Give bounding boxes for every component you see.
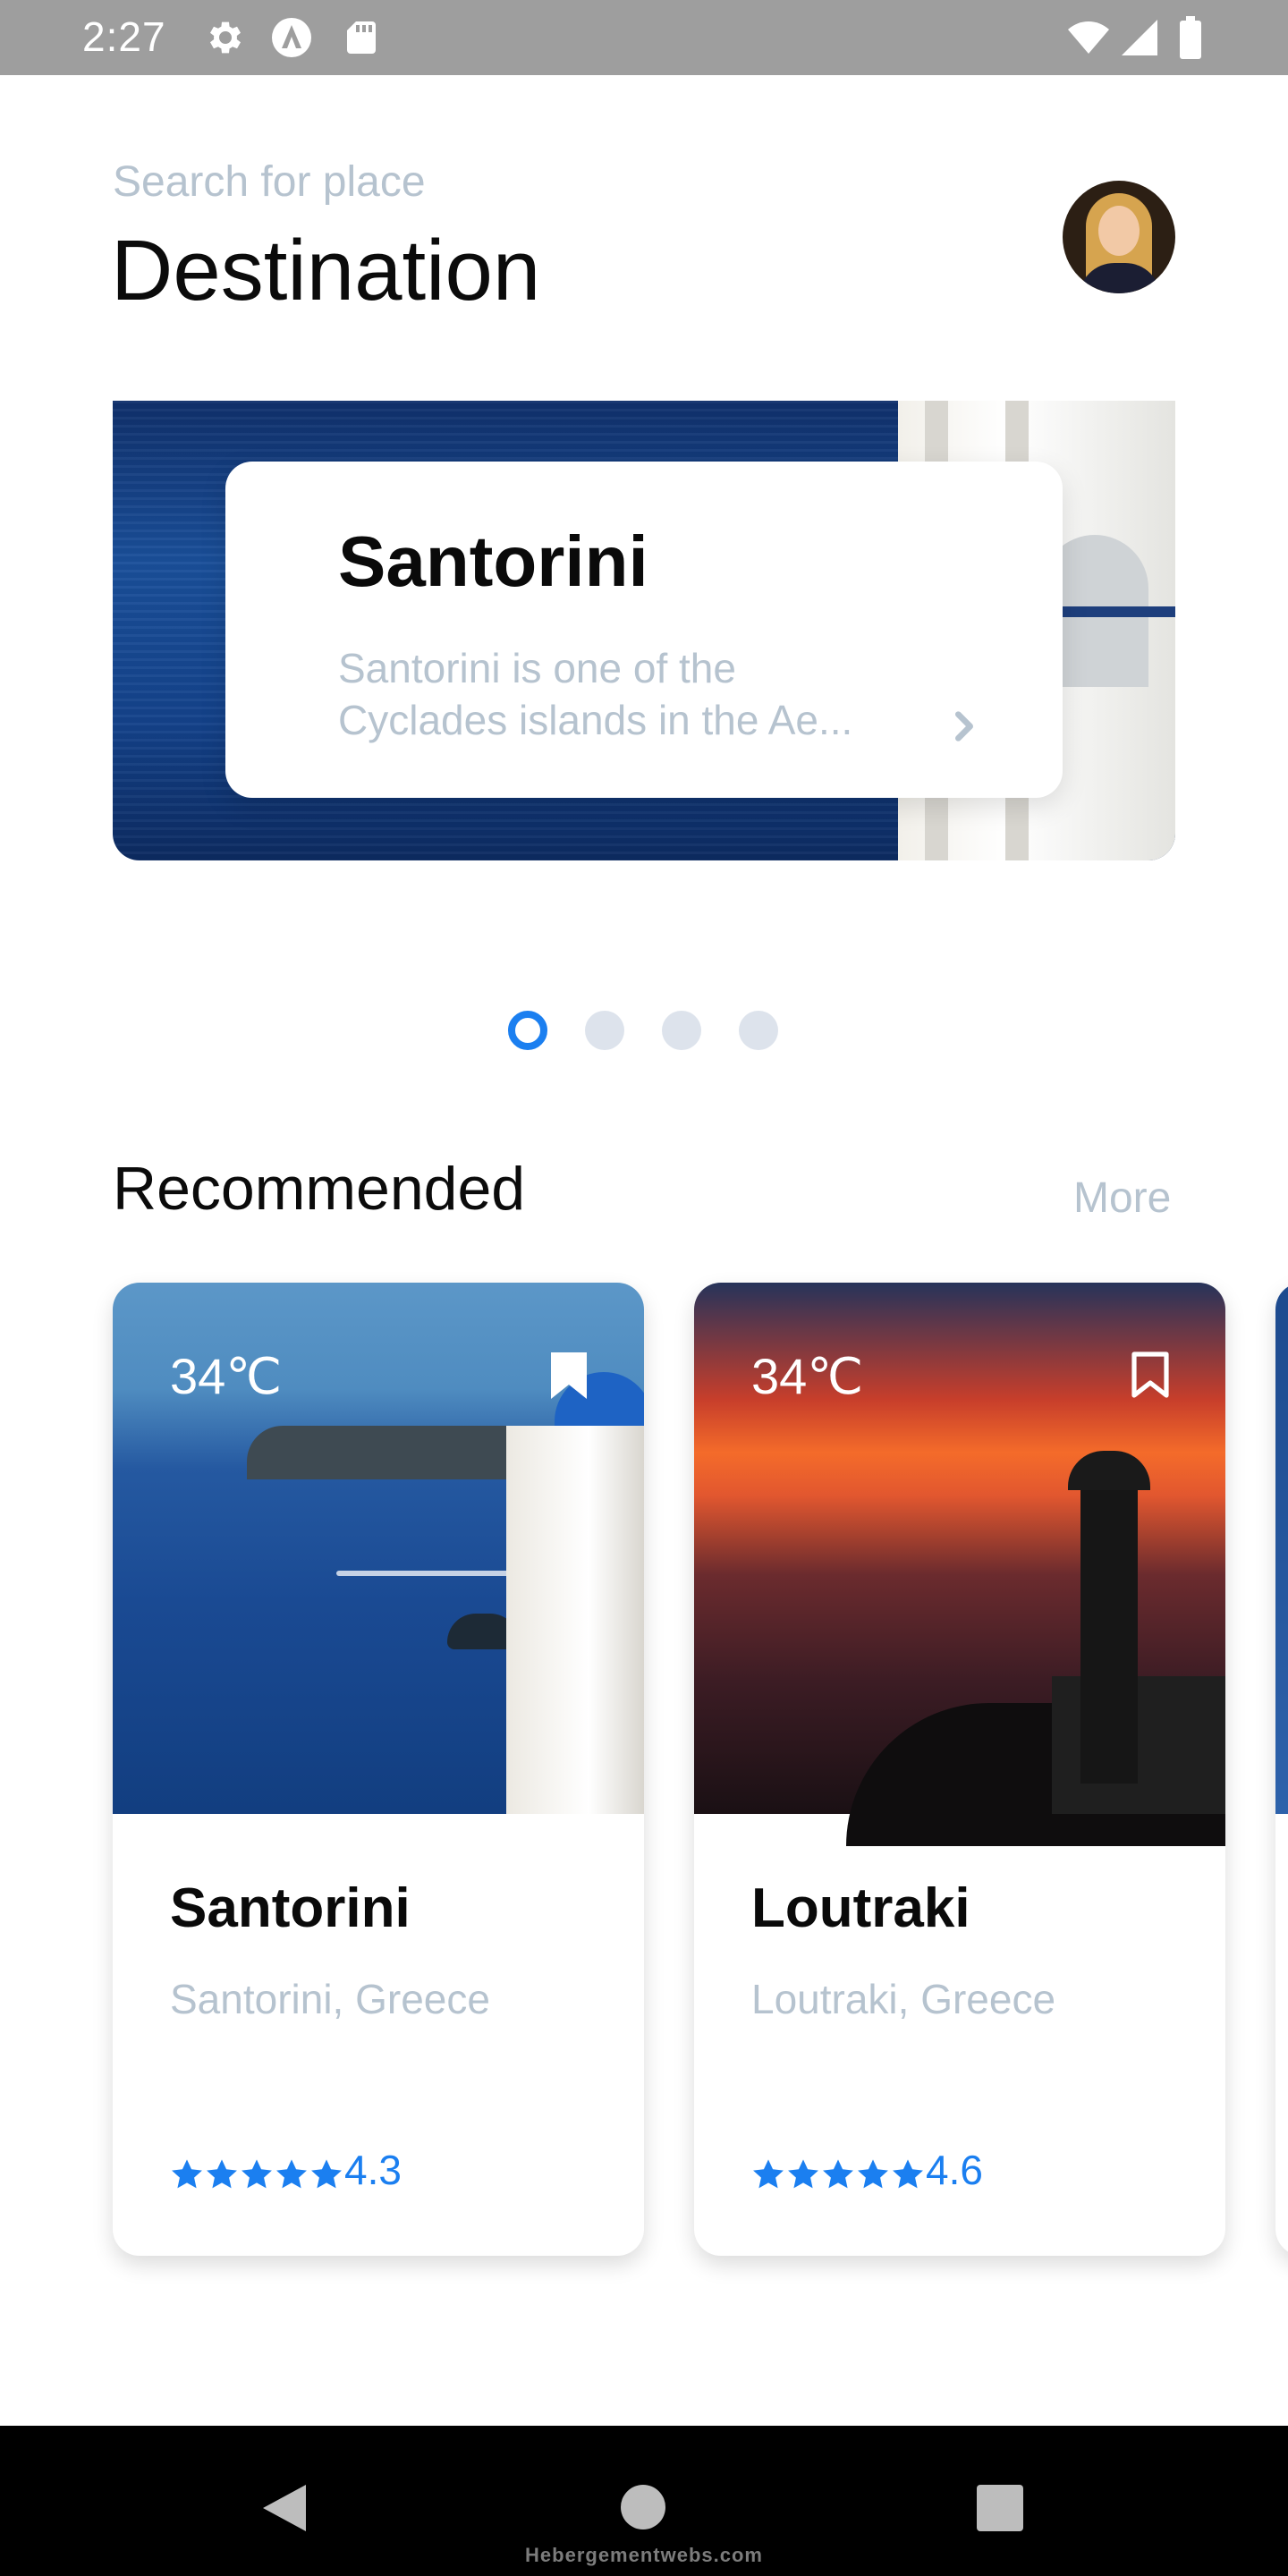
recents-icon[interactable] [977,2485,1023,2531]
section-title-recommended: Recommended [113,1155,526,1223]
photo-lighthouse [1080,1479,1138,1784]
star-icon [856,2153,890,2189]
star-icon [240,2153,274,2189]
pager-dot-active[interactable] [508,1011,547,1050]
avatar-face [1098,206,1140,256]
star-icon [275,2153,309,2189]
destination-card[interactable]: 34℃ Loutraki Loutraki, Greece 4.6 [694,1283,1225,2256]
bookmark-filled-icon[interactable] [547,1351,590,1401]
battery-icon [1177,16,1204,59]
card-rating: 4.6 [751,2147,983,2193]
pager-dot[interactable] [585,1011,624,1050]
bookmark-outline-icon[interactable] [1129,1351,1172,1401]
rating-value: 4.6 [926,2147,983,2193]
wifi-icon [1064,16,1113,59]
pager-dots [0,1011,1288,1050]
sd-card-icon [340,16,383,59]
photo-boat-wake [336,1571,533,1576]
rating-stars [751,2153,926,2189]
star-icon [891,2153,925,2189]
status-bar: 2:27 [0,0,1288,75]
page-title: Destination [111,223,541,318]
destination-card[interactable]: 34℃ Santorini Santorini, Greece 4.3 [113,1283,644,2256]
star-icon [751,2153,785,2189]
card-photo [1275,1283,1288,1814]
hero-card[interactable]: Santorini Santorini is one of the Cyclad… [225,462,1063,798]
pager-dot[interactable] [739,1011,778,1050]
card-location: Santorini, Greece [170,1976,490,2022]
avatar[interactable] [1063,181,1175,293]
rating-stars [170,2153,344,2189]
destination-card-peek[interactable] [1275,1283,1288,2256]
hero-card-description: Santorini is one of the Cyclades islands… [338,645,853,743]
status-time: 2:27 [82,13,166,60]
home-icon[interactable] [621,2485,665,2529]
chevron-right-icon[interactable] [946,708,982,744]
star-icon [786,2153,820,2189]
rating-value: 4.3 [344,2147,402,2193]
card-name: Loutraki [751,1877,970,1939]
pager-dot[interactable] [662,1011,701,1050]
more-link[interactable]: More [1073,1174,1171,1223]
card-location: Loutraki, Greece [751,1976,1056,2022]
photo-lighthouse-lamp [1068,1451,1150,1490]
photo-house [1052,1676,1225,1814]
back-icon[interactable] [259,2481,309,2535]
watermark-text: Hebergementwebs.com [525,2544,763,2566]
signal-icon [1118,16,1161,59]
search-subtitle[interactable]: Search for place [113,157,426,207]
card-rating: 4.3 [170,2147,402,2193]
star-icon [821,2153,855,2189]
star-icon [170,2153,204,2189]
star-icon [205,2153,239,2189]
hero-card-title: Santorini [338,521,648,601]
card-temperature: 34℃ [170,1348,283,1404]
settings-icon [202,16,245,59]
system-nav-bar: Hebergementwebs.com [0,2426,1288,2576]
app-a-icon [270,16,313,59]
card-name: Santorini [170,1877,411,1939]
photo-church [506,1426,644,1814]
star-icon [309,2153,343,2189]
card-temperature: 34℃ [751,1348,864,1404]
